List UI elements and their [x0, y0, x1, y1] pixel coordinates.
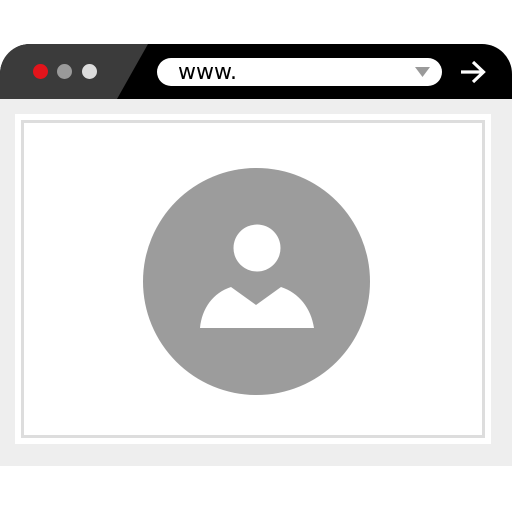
- avatar-circle: [143, 168, 370, 395]
- illustration: www.: [0, 0, 512, 512]
- maximize-window-dot[interactable]: [82, 64, 97, 79]
- address-bar[interactable]: www.: [157, 58, 442, 86]
- title-bar: www.: [0, 44, 512, 99]
- user-icon: [143, 168, 370, 395]
- avatar-head: [233, 224, 281, 272]
- minimize-window-dot[interactable]: [57, 64, 72, 79]
- url-text: www.: [178, 60, 237, 85]
- arrow-right-icon[interactable]: [460, 60, 486, 84]
- close-window-dot[interactable]: [33, 64, 48, 79]
- chevron-down-icon[interactable]: [415, 67, 430, 77]
